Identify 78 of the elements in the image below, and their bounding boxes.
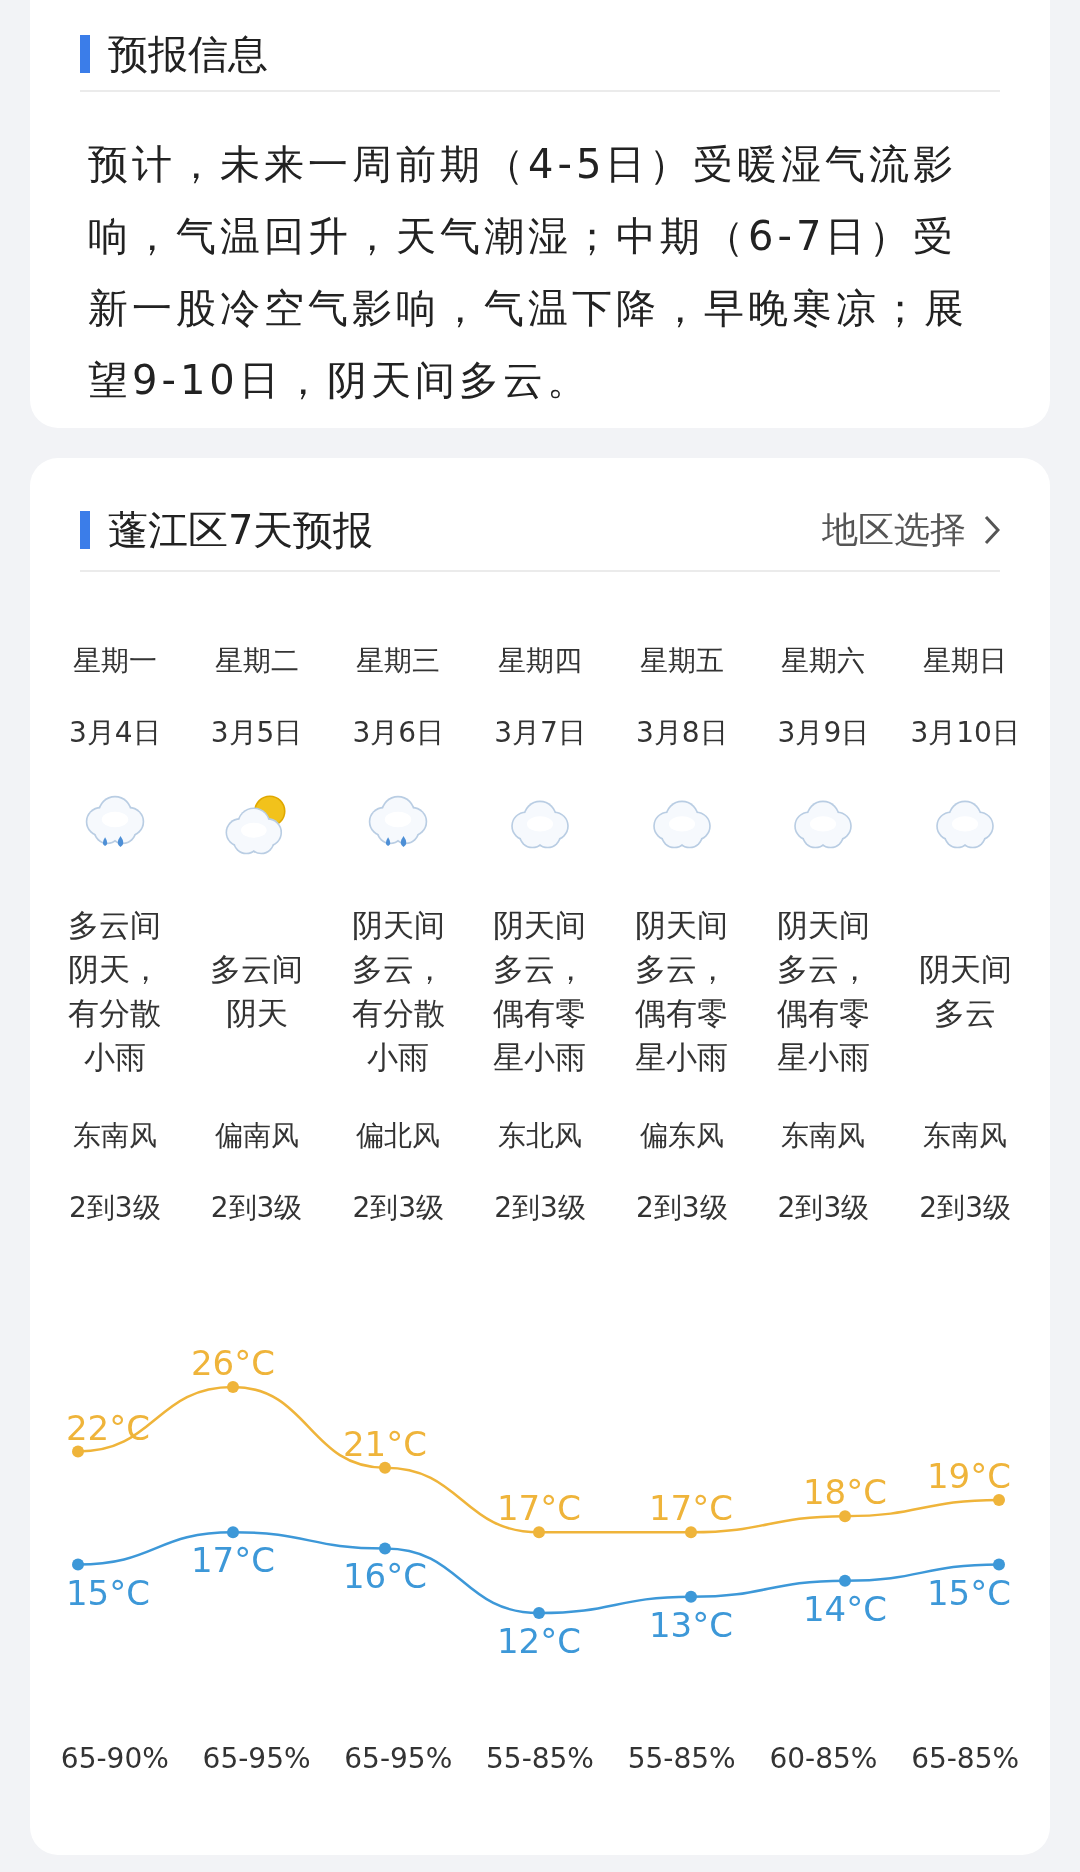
humidity-range: 65-90% xyxy=(59,1741,170,1777)
date-label: 3月7日 xyxy=(494,715,586,751)
weather-description: 多云间阴天，有分散小雨 xyxy=(68,905,162,1077)
data-point xyxy=(379,1542,391,1555)
wind-level: 2到3级 xyxy=(919,1190,1011,1226)
temperature-label: 15°C xyxy=(927,1572,1011,1613)
weekday-label: 星期六 xyxy=(781,643,866,679)
temperature-label: 22°C xyxy=(66,1407,150,1448)
date-label: 3月10日 xyxy=(910,715,1020,751)
humidity-range: 60-85% xyxy=(768,1741,879,1777)
weekday-label: 星期四 xyxy=(498,643,582,679)
wind-level: 2到3级 xyxy=(69,1190,161,1226)
weather-description: 阴天间多云，偶有零星小雨 xyxy=(635,905,729,1077)
weekday-label: 星期二 xyxy=(214,643,299,679)
wind-direction: 偏南风 xyxy=(214,1118,299,1154)
date-label: 3月8日 xyxy=(635,715,728,751)
data-point xyxy=(227,1381,239,1393)
temperature-label: 14°C xyxy=(803,1588,887,1629)
data-point xyxy=(993,1494,1005,1506)
temperature-label: 18°C xyxy=(803,1472,887,1513)
weekday-label: 星期三 xyxy=(356,643,441,679)
data-point xyxy=(685,1526,697,1539)
data-point xyxy=(839,1510,851,1523)
weekday-label: 星期日 xyxy=(923,643,1008,679)
data-point xyxy=(533,1526,545,1539)
date-label: 3月9日 xyxy=(777,715,870,751)
wind-level: 2到3级 xyxy=(352,1190,445,1226)
wind-direction: 东北风 xyxy=(498,1118,582,1154)
temperature-label: 16°C xyxy=(343,1556,427,1597)
weather-description: 阴天间多云，偶有零星小雨 xyxy=(776,905,870,1077)
temperature-label: 19°C xyxy=(927,1456,1011,1496)
wind-direction: 偏东风 xyxy=(639,1118,724,1154)
temperature-label: 17°C xyxy=(191,1540,275,1581)
humidity-range: 65-95% xyxy=(201,1741,312,1777)
wind-level: 2到3级 xyxy=(210,1190,303,1226)
data-point xyxy=(72,1445,84,1458)
wind-direction: 东南风 xyxy=(781,1118,866,1154)
temperature-label: 13°C xyxy=(649,1604,733,1645)
humidity-range: 55-85% xyxy=(485,1741,595,1777)
data-point xyxy=(685,1590,697,1603)
weather-description: 阴天间多云，有分散小雨 xyxy=(351,905,445,1077)
date-label: 3月5日 xyxy=(210,715,303,751)
section-title: 蓬江区7天预报 xyxy=(108,505,374,555)
humidity-range: 65-85% xyxy=(910,1741,1021,1777)
data-point xyxy=(379,1461,391,1474)
cloud-icon xyxy=(508,800,572,850)
accent-bar xyxy=(80,511,90,549)
wind-direction: 东南风 xyxy=(923,1118,1008,1154)
temperature-label: 17°C xyxy=(497,1488,581,1529)
temperature-label: 21°C xyxy=(343,1423,427,1464)
date-label: 3月4日 xyxy=(69,715,161,751)
date-label: 3月6日 xyxy=(352,715,445,751)
weather-description: 多云间阴天 xyxy=(210,949,304,1033)
accent-bar xyxy=(80,35,90,73)
wind-level: 2到3级 xyxy=(777,1190,870,1226)
data-point xyxy=(227,1526,239,1539)
region-select-link[interactable]: 地区选择 xyxy=(822,505,1000,555)
wind-direction: 东南风 xyxy=(72,1118,157,1154)
weekday-label: 星期五 xyxy=(639,643,724,679)
wind-level: 2到3级 xyxy=(494,1190,586,1226)
data-point xyxy=(993,1558,1005,1571)
data-point xyxy=(72,1558,84,1571)
temperature-label: 17°C xyxy=(649,1488,733,1529)
data-point xyxy=(839,1574,851,1587)
weather-description: 阴天间多云，偶有零星小雨 xyxy=(493,905,587,1077)
temperature-label: 12°C xyxy=(497,1621,581,1661)
chevron-right-icon xyxy=(984,515,1000,545)
humidity-range: 65-95% xyxy=(343,1741,454,1777)
weather-description: 阴天间多云 xyxy=(918,949,1012,1033)
temperature-label: 26°C xyxy=(191,1343,275,1383)
section-title: 预报信息 xyxy=(108,29,268,79)
wind-direction: 偏北风 xyxy=(356,1118,441,1154)
forecast-text: 预计，未来一周前期（4-5日）受暖湿气流影响，气温回升，天气潮湿；中期（6-7日）受新一股冷空气影响，气温下降，早晚寒凉；展望9-10日，阴天间多云。 xyxy=(88,140,969,405)
data-point xyxy=(533,1607,545,1619)
humidity-range: 55-85% xyxy=(626,1741,737,1777)
weekday-label: 星期一 xyxy=(72,643,157,679)
wind-level: 2到3级 xyxy=(635,1190,728,1226)
temperature-label: 15°C xyxy=(66,1572,150,1613)
